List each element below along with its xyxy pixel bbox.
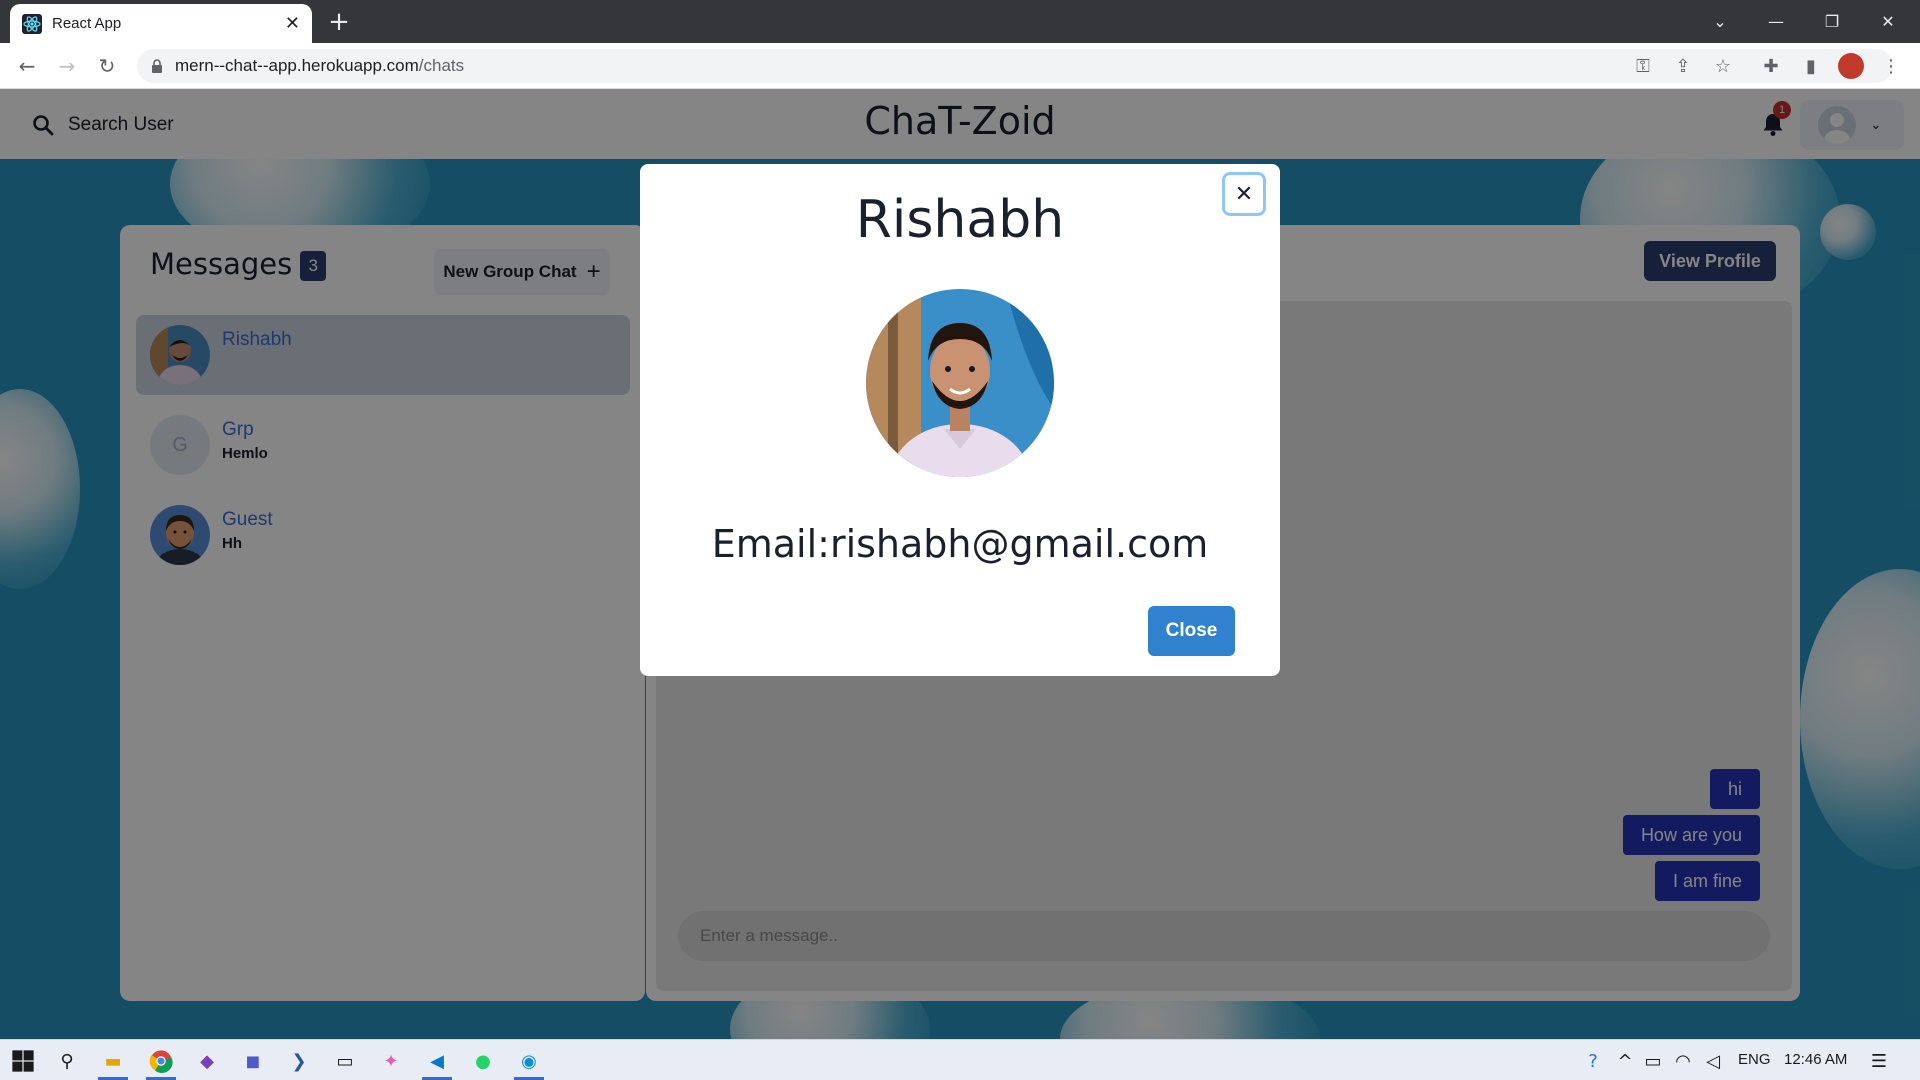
extensions-icon[interactable]: ✚ — [1760, 55, 1782, 77]
profile-modal: Rishabh ✕ Email:rishabh@gmail.com Close — [640, 164, 1280, 676]
star-icon[interactable]: ☆ — [1712, 55, 1734, 77]
help-icon[interactable]: ? — [1580, 1048, 1606, 1074]
forward-icon[interactable]: → — [52, 51, 82, 81]
window-close-icon[interactable]: ✕ — [1860, 0, 1916, 43]
file-explorer-icon[interactable]: ▬ — [100, 1048, 126, 1074]
profile-photo — [866, 289, 1054, 477]
powershell-icon[interactable]: ❯ — [286, 1048, 312, 1074]
windows-start-icon[interactable] — [10, 1048, 36, 1074]
notifications-icon[interactable]: ☰ — [1866, 1048, 1892, 1074]
teams-icon[interactable]: ◼ — [240, 1048, 266, 1074]
clock[interactable]: 12:46 AM — [1784, 1051, 1847, 1068]
share-icon[interactable]: ⇪ — [1672, 55, 1694, 77]
profile-email: Email:rishabh@gmail.com — [711, 522, 1209, 566]
edge-icon[interactable]: ◉ — [516, 1048, 542, 1074]
browser-tab[interactable]: React App ✕ — [10, 4, 312, 43]
lock-icon — [152, 59, 162, 73]
browser-toolbar: ← → ↻ mern--chat--app.herokuapp.com/chat… — [0, 43, 1920, 89]
browser-tab-strip: React App ✕ + ⌄ — ❐ ✕ — [0, 0, 1920, 43]
minimize-icon[interactable]: — — [1748, 0, 1804, 43]
back-icon[interactable]: ← — [12, 51, 42, 81]
tab-close-icon[interactable]: ✕ — [285, 13, 300, 34]
address-bar[interactable]: mern--chat--app.herokuapp.com/chats — [137, 49, 1893, 83]
close-icon[interactable]: ✕ — [1222, 172, 1266, 216]
url-path: /chats — [418, 56, 465, 75]
whatsapp-icon[interactable]: ● — [470, 1048, 496, 1074]
tab-search-icon[interactable]: ⌄ — [1692, 0, 1748, 43]
vscode-icon[interactable]: ◀ — [424, 1048, 450, 1074]
visual-studio-icon[interactable]: ◆ — [194, 1048, 220, 1074]
url-text: mern--chat--app.herokuapp.com/chats — [175, 56, 464, 76]
search-icon[interactable]: ⚲ — [54, 1048, 80, 1074]
volume-icon[interactable]: ◁ — [1700, 1048, 1726, 1074]
terminal-icon[interactable]: ▭ — [332, 1048, 358, 1074]
key-icon[interactable]: ⚿ — [1632, 55, 1654, 77]
url-host: mern--chat--app.herokuapp.com — [175, 56, 419, 75]
language-indicator[interactable]: ENG — [1738, 1051, 1771, 1068]
new-tab-icon[interactable]: + — [325, 8, 353, 36]
close-button[interactable]: Close — [1148, 606, 1235, 656]
reload-icon[interactable]: ↻ — [92, 51, 122, 81]
chrome-icon[interactable] — [148, 1048, 174, 1074]
chevron-up-icon[interactable]: ^ — [1612, 1048, 1638, 1074]
tab-title: React App — [52, 15, 122, 32]
side-panel-icon[interactable]: ▮ — [1800, 55, 1822, 77]
react-favicon-icon — [22, 13, 42, 34]
modal-title: Rishabh — [855, 190, 1065, 250]
battery-icon[interactable]: ▭ — [1640, 1048, 1666, 1074]
windows-taskbar: ⚲ ▬ ◆ ◼ ❯ ▭ ✦ ◀ ● ◉ ? ^ ▭ ◠ ◁ ENG 12:46 … — [0, 1039, 1920, 1080]
restore-icon[interactable]: ❐ — [1804, 0, 1860, 43]
wifi-icon[interactable]: ◠ — [1670, 1048, 1696, 1074]
app-area: Search User ChaT-Zoid 1 ⌄ Messages 3 New … — [0, 89, 1920, 1039]
menu-icon[interactable]: ⋮ — [1880, 55, 1902, 77]
profile-avatar[interactable] — [1838, 53, 1864, 79]
app-icon[interactable]: ✦ — [378, 1048, 404, 1074]
